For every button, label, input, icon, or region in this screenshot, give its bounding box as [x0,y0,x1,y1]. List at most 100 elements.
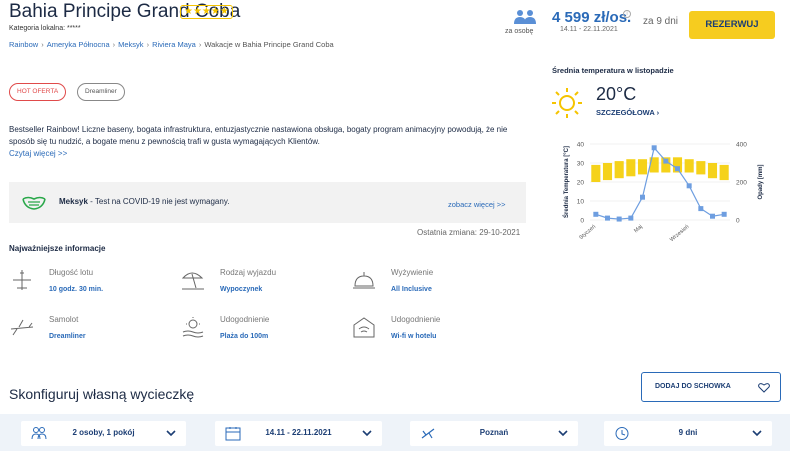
food-cloche-icon [353,272,375,289]
duration-select[interactable]: 9 dni [604,421,772,446]
precipitation-point [628,215,634,221]
precipitation-point [651,145,657,151]
breadcrumb-separator: › [41,40,44,49]
y-left-tick-label: 40 [577,142,585,149]
info-value: Plaża do 100m [220,333,269,340]
add-to-box-label: DODAJ DO SCHOWKA [655,383,731,390]
precipitation-line [595,146,725,220]
info-label: Rodzaj wyjazdu [220,268,277,277]
temperature-bar [707,163,718,179]
chevron-down-icon [752,430,762,437]
info-label: Udogodnienie [391,315,441,324]
breadcrumb-item[interactable]: Ameryka Północna [47,40,110,49]
wifi-house-icon [353,317,375,338]
y-left-tick-label: 0 [580,218,584,225]
price: 4 599 zł/os. [552,9,632,26]
breadcrumb-current: Wakacje w Bahia Principe Grand Coba [204,40,334,49]
travellers-select[interactable]: 2 osoby, 1 pokój [21,421,186,446]
temperature-bar [696,161,706,175]
details-link[interactable]: SZCZEGÓŁOWA › [596,108,659,117]
temperature-bar [591,164,601,182]
dates-value: 14.11 - 22.11.2021 [265,428,332,437]
duration-value: 9 dni [678,428,698,437]
breadcrumb-item[interactable]: Meksyk [118,40,143,49]
temperature-bar [602,163,613,181]
y-left-tick-label: 10 [577,199,585,206]
precipitation-point [686,183,692,189]
plane-side-icon [10,319,34,336]
plane-icon [13,270,31,290]
y-right-tick-label: 400 [736,142,747,149]
temperature-bar [626,159,636,177]
breadcrumb-item[interactable]: Rainbow [9,40,38,49]
add-to-box-button[interactable]: DODAJ DO SCHOWKA [641,372,781,402]
breadcrumb-separator: › [112,40,116,49]
precipitation-point [593,211,599,217]
precipitation-point [675,166,680,172]
people-icon [514,10,536,24]
y-left-tick-label: 30 [577,161,585,168]
sun-sea-icon [182,317,204,338]
breadcrumb-separator: › [198,40,202,49]
y-right-tick-label: 0 [736,218,740,225]
key-info-heading: Najważniejsze informacje [9,244,106,253]
y-right-axis-label: Opady [mm] [758,164,764,199]
breadcrumb: Rainbow › Ameryka Północna › Meksyk › Riviera … [9,40,334,49]
info-value: Wypoczynek [220,286,263,293]
info-value: 10 godz. 30 min. [49,286,104,293]
heart-icon [758,383,770,393]
trip-duration: za 9 dni [643,16,679,27]
see-more-link[interactable]: zobacz więcej >> [448,200,506,209]
x-tick-label: Wrzesień [669,224,690,243]
hotel-stars: ★★★★★ [180,5,233,19]
precipitation-point [605,215,610,221]
chevron-right-icon: › [656,108,660,117]
chevron-down-icon [362,430,372,437]
temperature-bar [684,159,694,173]
precipitation-point [663,158,669,164]
sun-icon [552,88,582,118]
covid-message: Meksyk - Test na COVID-19 nie jest wymag… [59,197,229,206]
breadcrumb-separator: › [146,40,150,49]
y-left-axis-label: Średnia Temperatura [°C] [563,146,570,218]
hot-offer-badge: HOT OFERTA [9,83,67,101]
info-value: All Inclusive [391,286,432,293]
info-value: Dreamliner [49,333,86,340]
climate-chart: 0102030400200400Styczeń Maj WrzesieńŚredni… [563,142,764,244]
info-icon[interactable]: i [623,10,631,18]
precipitation-point [710,213,715,219]
configure-title: Skonfiguruj własną wycieczkę [9,386,195,402]
price-dates: 14.11 - 22.11.2021 [560,26,618,33]
beach-umbrella-icon [181,272,204,290]
precipitation-point [640,194,645,200]
departure-select[interactable]: Poznań [410,421,578,446]
local-category: Kategoria lokalna: ***** [9,25,81,32]
info-label: Samolot [49,315,79,324]
precipitation-point [698,206,704,212]
info-value: Wi-fi w hotelu [391,333,437,340]
info-label: Udogodnienie [220,315,270,324]
per-person-label: za osobę [505,28,534,35]
temperature-value: 20°C [596,84,637,104]
chevron-down-icon [558,430,568,437]
info-label: Długość lotu [49,268,94,277]
dates-select[interactable]: 14.11 - 22.11.2021 [215,421,382,446]
last-change: Ostatnia zmiana: 29-10-2021 [417,228,521,237]
info-label: Wyżywienie [391,268,434,277]
covid-message-text: - Test na COVID-19 nie jest wymagany. [87,197,230,206]
y-left-tick-label: 20 [577,180,585,187]
details-label: SZCZEGÓŁOWA [596,108,655,117]
travellers-value: 2 osoby, 1 pokój [72,428,135,437]
chevron-down-icon [166,430,176,437]
temperature-bar [614,161,624,179]
temperature-bar [719,164,729,181]
read-more-link[interactable]: Czytaj więcej >> [9,149,67,158]
covid-country: Meksyk [59,197,88,206]
x-tick-label: Styczeń [578,224,597,241]
precipitation-point [721,211,727,217]
mask-icon [22,196,46,210]
breadcrumb-item[interactable]: Riviera Maya [152,40,196,49]
reserve-button[interactable]: REZERWUJ [689,11,775,39]
temperature-heading: Średnia temperatura w listopadzie [552,66,674,75]
hotel-description: Bestseller Rainbow! Liczne baseny, bogat… [9,125,508,146]
